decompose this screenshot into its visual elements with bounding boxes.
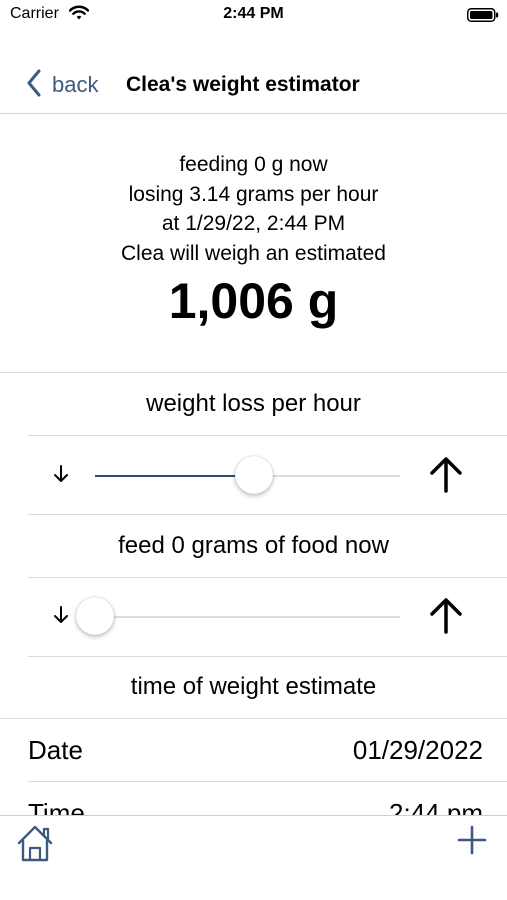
nav-divider — [0, 113, 507, 114]
back-label: back — [52, 72, 99, 97]
navigation-bar: back Clea's weight estimator — [0, 60, 507, 110]
date-value[interactable]: 01/29/2022 — [353, 735, 483, 766]
estimate-time-summary: at 1/29/22, 2:44 PM — [161, 212, 346, 235]
divider — [28, 514, 507, 515]
screen: Carrier 2:44 PM back Clea's weight estim… — [0, 0, 507, 900]
plus-icon[interactable] — [457, 825, 487, 860]
battery-icon — [467, 8, 499, 22]
toolbar-divider — [0, 815, 507, 816]
feed-title: feed 0 grams of food now — [118, 532, 389, 559]
estimated-weight: 1,006 g — [168, 273, 339, 329]
weight-loss-title: weight loss per hour — [146, 390, 361, 417]
estimate-summary: feeding 0 g now losing 3.14 grams per ho… — [0, 150, 507, 330]
weight-loss-slider[interactable] — [95, 456, 400, 494]
divider — [0, 718, 507, 719]
bottom-toolbar — [0, 815, 507, 900]
slider-thumb[interactable] — [234, 456, 273, 494]
arrow-up-icon[interactable] — [427, 596, 465, 641]
feed-slider-row — [0, 586, 507, 648]
divider — [28, 435, 507, 436]
feeding-summary: feeding 0 g now — [179, 153, 328, 176]
page-title: Clea's weight estimator — [126, 73, 360, 96]
slider-fill — [95, 475, 254, 477]
divider — [0, 372, 507, 373]
arrow-up-icon[interactable] — [427, 455, 465, 500]
feed-slider[interactable] — [76, 597, 400, 635]
back-button[interactable]: back — [26, 69, 99, 102]
divider — [28, 577, 507, 578]
arrow-down-icon — [50, 604, 72, 631]
status-bar: Carrier 2:44 PM — [0, 0, 507, 32]
time-section-title: time of weight estimate — [130, 673, 377, 700]
date-label: Date — [28, 735, 83, 765]
divider — [28, 656, 507, 657]
arrow-down-icon — [50, 463, 72, 490]
chevron-left-icon — [26, 69, 42, 102]
home-icon[interactable] — [16, 823, 54, 868]
divider — [28, 781, 507, 782]
status-time: 2:44 PM — [223, 5, 284, 22]
estimate-intro: Clea will weigh an estimated — [121, 241, 386, 265]
loss-rate-summary: losing 3.14 grams per hour — [128, 182, 379, 206]
date-row[interactable]: Date 01/29/2022 — [28, 720, 483, 780]
weight-loss-slider-row — [0, 445, 507, 507]
slider-thumb[interactable] — [76, 597, 114, 635]
